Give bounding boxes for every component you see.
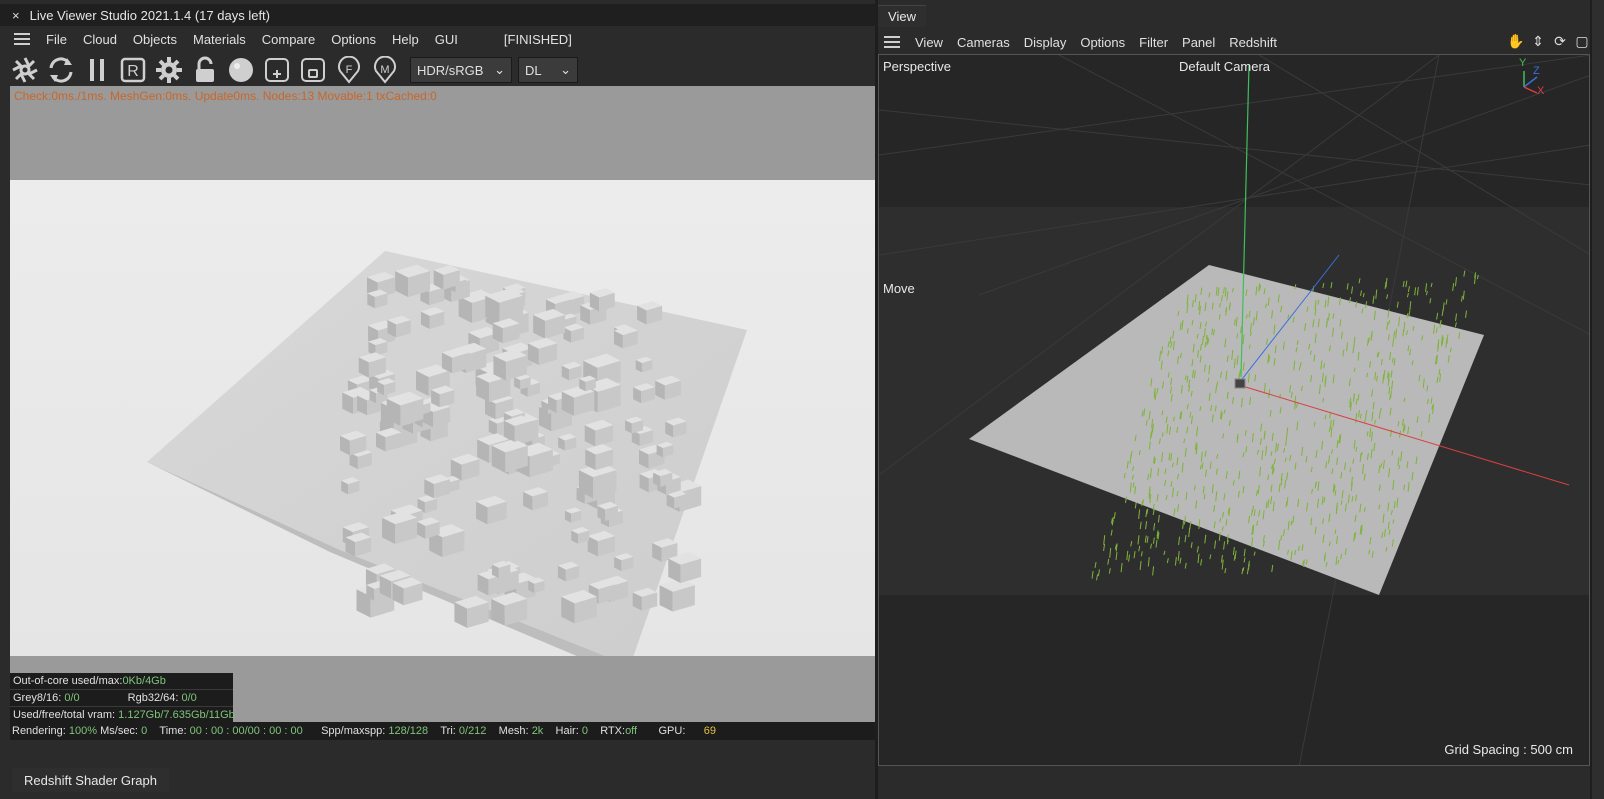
close-icon[interactable]: × (12, 8, 20, 23)
memory-info-panel: Out-of-core used/max:0Kb/4Gb Grey8/16: 0… (10, 673, 235, 724)
menu-cloud[interactable]: Cloud (75, 32, 125, 47)
focus-icon[interactable]: F (334, 55, 364, 85)
time-value: 00 : 00 : 00/00 : 00 : 00 (189, 725, 303, 737)
axis-x-label: X (1537, 85, 1545, 97)
menu-redshift[interactable]: Redshift (1222, 35, 1284, 50)
menu-display[interactable]: Display (1017, 35, 1074, 50)
hamburger-menu-icon[interactable] (884, 36, 900, 48)
tab-view[interactable]: View (878, 5, 926, 27)
menu-gui[interactable]: GUI (427, 32, 466, 47)
rgb-value: 0/0 (181, 692, 197, 704)
spp-value: 128/128 (388, 725, 429, 737)
live-viewer-title: Live Viewer Studio 2021.1.4 (17 days lef… (29, 7, 270, 23)
time-label: Time: (159, 725, 187, 737)
menu-options[interactable]: Options (1073, 35, 1132, 50)
material-icon[interactable]: M (370, 55, 400, 85)
render-image (10, 180, 875, 656)
aperture-icon[interactable] (10, 55, 40, 85)
render-statusbar: Rendering: 100% Ms/sec: 0 Time: 00 : 00 … (10, 722, 875, 740)
color-space-value: HDR/sRGB (417, 62, 484, 78)
menu-cameras[interactable]: Cameras (950, 35, 1017, 50)
rtx-label: RTX: (600, 725, 626, 737)
gpu-value: 69 (703, 725, 716, 737)
hair-value: 0 (581, 725, 588, 737)
move-vertical-icon[interactable]: ⇕ (1529, 32, 1547, 50)
3d-viewport[interactable]: Perspective Default Camera Move Y Z X Gr… (878, 54, 1590, 766)
sphere-icon[interactable] (226, 55, 256, 85)
chevron-down-icon: ⌄ (494, 62, 505, 77)
out-of-core-row: Out-of-core used/max:0Kb/4Gb (10, 673, 233, 690)
render-mode-value: DL (525, 62, 542, 78)
pan-icon[interactable]: ✋ (1507, 32, 1525, 50)
tri-label: Tri: (440, 725, 456, 737)
add-frame-icon[interactable] (262, 55, 292, 85)
viewport-menubar: View Cameras Display Options Filter Pane… (878, 30, 1590, 54)
refresh-icon[interactable] (46, 55, 76, 85)
svg-text:F: F (346, 64, 353, 76)
live-viewer-menubar: File Cloud Objects Materials Compare Opt… (0, 27, 875, 51)
rendering-label: Rendering: (12, 725, 66, 737)
rtx-value: off (625, 725, 638, 737)
menu-panel[interactable]: Panel (1175, 35, 1222, 50)
vram-value: 1.127Gb/7.635Gb/11Gb (118, 709, 235, 721)
pause-icon[interactable] (82, 55, 112, 85)
svg-text:M: M (380, 64, 389, 76)
svg-text:R: R (127, 63, 139, 80)
tab-redshift-shader-graph[interactable]: Redshift Shader Graph (12, 768, 169, 792)
menu-objects[interactable]: Objects (125, 32, 185, 47)
chevron-down-icon: ⌄ (560, 62, 571, 77)
axis-z-label: Z (1533, 65, 1540, 77)
render-stats-line: Check:0ms./1ms. MeshGen:0ms. Update0ms. … (14, 89, 437, 103)
menu-file[interactable]: File (38, 32, 75, 47)
live-viewer-panel: × Live Viewer Studio 2021.1.4 (17 days l… (0, 0, 875, 799)
rendering-value: 100% (68, 725, 98, 737)
menu-help[interactable]: Help (384, 32, 427, 47)
mesh-label: Mesh: (498, 725, 529, 737)
projection-label[interactable]: Perspective (883, 59, 951, 74)
grey-value: 0/0 (64, 692, 80, 704)
hamburger-menu-icon[interactable] (14, 33, 30, 45)
tri-value: 0/212 (458, 725, 487, 737)
region-icon[interactable]: R (118, 55, 148, 85)
axis-y-label: Y (1519, 57, 1527, 69)
ms-label: Ms/sec: (100, 725, 138, 737)
maximize-icon[interactable]: ▢ (1573, 32, 1591, 50)
lock-icon[interactable] (190, 55, 220, 85)
rotate-icon[interactable]: ⟳ (1551, 32, 1569, 50)
hair-label: Hair: (555, 725, 579, 737)
active-tool-label: Move (883, 281, 915, 296)
grid-spacing-label: Grid Spacing : 500 cm (1444, 742, 1573, 757)
menu-materials[interactable]: Materials (185, 32, 254, 47)
out-of-core-value: 0Kb/4Gb (122, 675, 166, 687)
side-panel-strip (1592, 0, 1604, 799)
spp-label: Spp/maxspp: (321, 725, 386, 737)
menu-filter[interactable]: Filter (1132, 35, 1175, 50)
render-area[interactable] (10, 86, 875, 722)
mesh-value: 2k (531, 725, 544, 737)
color-space-select[interactable]: HDR/sRGB ⌄ (410, 57, 512, 83)
render-status-label: [FINISHED] (503, 31, 572, 47)
grey-label: Grey8/16: (13, 692, 62, 704)
live-viewer-toolbar: R F M HDR/sRGB ⌄ DL ⌄ (10, 54, 578, 86)
rgb-label: Rgb32/64: (127, 692, 179, 704)
live-viewer-titlebar: × Live Viewer Studio 2021.1.4 (17 days l… (0, 4, 875, 26)
texture-cache-row: Grey8/16: 0/0 Rgb32/64: 0/0 (10, 690, 233, 707)
cube-shape (659, 578, 695, 612)
menu-view[interactable]: View (908, 35, 950, 50)
settings-gear-icon[interactable] (154, 55, 184, 85)
frame-icon[interactable] (298, 55, 328, 85)
ms-value: 0 (141, 725, 148, 737)
gpu-label: GPU: (658, 725, 686, 737)
vram-label: Used/free/total vram: (13, 709, 116, 721)
menu-options[interactable]: Options (323, 32, 384, 47)
camera-label[interactable]: Default Camera (1179, 59, 1270, 74)
render-mode-select[interactable]: DL ⌄ (518, 57, 578, 83)
out-of-core-label: Out-of-core used/max: (13, 675, 123, 687)
viewport-nav-tools: ✋ ⇕ ⟳ ▢ (1507, 32, 1591, 50)
menu-compare[interactable]: Compare (254, 32, 323, 47)
